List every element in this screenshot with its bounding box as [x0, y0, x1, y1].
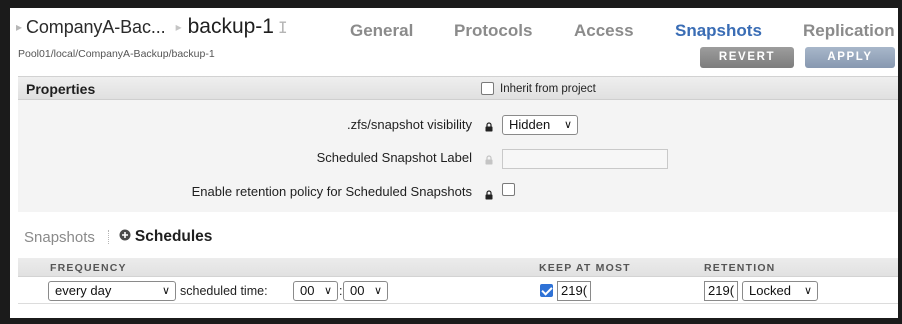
scheduled-snapshot-label-label: Scheduled Snapshot Label	[316, 150, 472, 165]
header-bar: ▸ CompanyA-Bac... ▸ backup-1 I General P…	[10, 8, 898, 44]
keep-at-most-input[interactable]: 219(	[557, 281, 591, 301]
snapshot-visibility-label: .zfs/snapshot visibility	[347, 117, 472, 132]
share-editor-window: ▸ CompanyA-Bac... ▸ backup-1 I General P…	[10, 8, 898, 318]
column-frequency: FREQUENCY	[50, 262, 127, 274]
tab-snapshots[interactable]: Snapshots	[675, 21, 762, 41]
properties-header: Properties Inherit from project	[18, 76, 898, 100]
schedule-subtabs: Snapshots Schedules	[24, 228, 212, 246]
chevron-down-icon: ∨	[803, 285, 812, 297]
schedules-section: Snapshots Schedules FREQUENCY KEEP AT MO…	[18, 228, 898, 318]
add-schedule-icon[interactable]	[119, 228, 131, 246]
minute-select[interactable]: 00 ∨	[343, 281, 388, 301]
inherit-from-project-checkbox[interactable]	[481, 82, 494, 95]
breadcrumb-arrow-icon: ▸	[16, 20, 23, 34]
tab-access[interactable]: Access	[574, 21, 634, 41]
breadcrumb-project-link[interactable]: CompanyA-Bac...	[26, 17, 166, 38]
tab-replication[interactable]: Replication	[803, 21, 895, 41]
retention-policy-checkbox[interactable]	[502, 183, 515, 196]
apply-button[interactable]: APPLY	[805, 47, 895, 68]
scheduled-snapshot-label-input[interactable]	[502, 149, 668, 169]
schedules-table-header: FREQUENCY KEEP AT MOST RETENTION	[18, 258, 898, 277]
keep-at-most-checkbox[interactable]	[540, 284, 553, 297]
lock-icon	[485, 119, 493, 137]
hour-value: 00	[300, 283, 315, 298]
retention-mode-value: Locked	[749, 283, 791, 298]
revert-button[interactable]: REVERT	[700, 47, 794, 68]
tab-protocols[interactable]: Protocols	[454, 21, 532, 41]
subtab-schedules[interactable]: Schedules	[135, 228, 213, 246]
column-keep-at-most: KEEP AT MOST	[539, 262, 631, 274]
snapshot-visibility-select[interactable]: Hidden ∨	[502, 115, 578, 135]
time-separator: :	[339, 284, 343, 298]
retention-count-input[interactable]: 219(	[704, 281, 738, 301]
inherit-from-project-label: Inherit from project	[500, 83, 596, 95]
table-row: every day ∨ scheduled time: 00 ∨ : 00 ∨ …	[18, 278, 898, 304]
rename-cursor-icon: I	[277, 17, 288, 37]
properties-panel: .zfs/snapshot visibility Hidden ∨ Schedu…	[18, 100, 898, 212]
breadcrumb-share-name[interactable]: backup-1	[188, 15, 274, 39]
snapshot-visibility-value: Hidden	[509, 117, 551, 132]
hour-select[interactable]: 00 ∨	[293, 281, 338, 301]
properties-title: Properties	[26, 81, 96, 97]
breadcrumb: ▸ CompanyA-Bac... ▸ backup-1 I	[16, 15, 288, 39]
frequency-select[interactable]: every day ∨	[48, 281, 176, 301]
subtab-divider	[107, 230, 109, 244]
tab-general[interactable]: General	[350, 21, 413, 41]
chevron-down-icon: ∨	[161, 285, 170, 297]
chevron-down-icon: ∨	[323, 285, 332, 297]
scheduled-time-label: scheduled time:	[180, 284, 268, 298]
lock-icon	[485, 187, 493, 205]
frequency-value: every day	[55, 283, 112, 298]
subtab-snapshots[interactable]: Snapshots	[24, 229, 95, 246]
chevron-down-icon: ∨	[563, 119, 572, 131]
chevron-down-icon: ∨	[373, 285, 382, 297]
dataset-path: Pool01/local/CompanyA-Backup/backup-1	[18, 48, 215, 60]
column-retention: RETENTION	[704, 262, 776, 274]
lock-icon	[485, 152, 493, 170]
minute-value: 00	[350, 283, 365, 298]
retention-mode-select[interactable]: Locked ∨	[742, 281, 818, 301]
retention-policy-label: Enable retention policy for Scheduled Sn…	[191, 184, 472, 199]
breadcrumb-separator-icon: ▸	[175, 20, 182, 34]
